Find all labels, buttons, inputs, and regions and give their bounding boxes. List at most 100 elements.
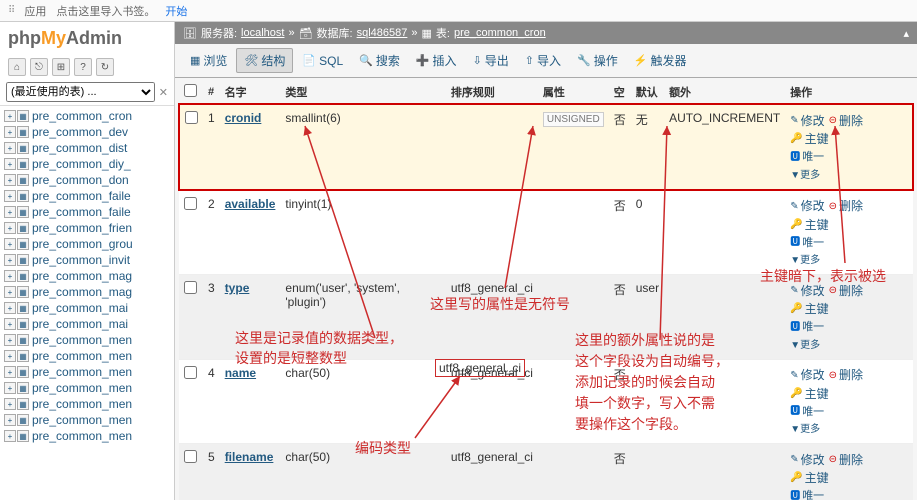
sidebar-table-item[interactable]: +▦pre_common_grou xyxy=(0,236,174,252)
expand-icon[interactable]: + xyxy=(4,190,16,202)
home-icon[interactable]: ⌂ xyxy=(8,58,26,76)
action-primary[interactable]: 🔑主键 xyxy=(790,131,828,148)
sidebar-table-item[interactable]: +▦pre_common_diy_ xyxy=(0,156,174,172)
sidebar-table-item[interactable]: +▦pre_common_faile xyxy=(0,188,174,204)
action-unique[interactable]: 🆄唯一 xyxy=(790,405,824,420)
row-checkbox[interactable] xyxy=(184,366,197,379)
action-delete[interactable]: ⊝删除 xyxy=(829,367,863,384)
expand-icon[interactable]: + xyxy=(4,206,16,218)
expand-icon[interactable]: + xyxy=(4,366,16,378)
action-primary[interactable]: 🔑主键 xyxy=(790,470,828,487)
expand-icon[interactable]: + xyxy=(4,430,16,442)
tab-export[interactable]: ⇩导出 xyxy=(466,49,516,72)
more-toggle[interactable]: ▼更多 xyxy=(790,255,820,266)
row-checkbox[interactable] xyxy=(184,197,197,210)
row-checkbox[interactable] xyxy=(185,111,198,124)
sidebar-table-item[interactable]: +▦pre_common_men xyxy=(0,396,174,412)
tab-structure[interactable]: 🛠结构 xyxy=(236,48,293,73)
action-unique[interactable]: 🆄唯一 xyxy=(790,150,824,165)
action-edit[interactable]: ✎修改 xyxy=(790,198,824,215)
docs-icon[interactable]: ? xyxy=(74,58,92,76)
breadcrumb-server[interactable]: localhost xyxy=(241,27,284,39)
expand-icon[interactable]: + xyxy=(4,222,16,234)
tab-browse[interactable]: ▦浏览 xyxy=(183,49,234,72)
clear-icon[interactable]: ✕ xyxy=(159,86,168,99)
sidebar-table-item[interactable]: +▦pre_common_dev xyxy=(0,124,174,140)
more-toggle[interactable]: ▼更多 xyxy=(790,340,820,351)
tab-operations[interactable]: 🔧操作 xyxy=(570,49,625,72)
action-unique[interactable]: 🆄唯一 xyxy=(790,236,824,251)
action-primary[interactable]: 🔑主键 xyxy=(790,217,828,234)
expand-icon[interactable]: + xyxy=(4,174,16,186)
query-icon[interactable]: ⊞ xyxy=(52,58,70,76)
action-edit[interactable]: ✎修改 xyxy=(790,113,824,130)
table-tree[interactable]: +▦pre_common_cron+▦pre_common_dev+▦pre_c… xyxy=(0,106,174,500)
logout-icon[interactable]: ⎋ xyxy=(30,58,48,76)
expand-icon[interactable]: + xyxy=(4,126,16,138)
expand-icon[interactable]: + xyxy=(4,334,16,346)
expand-icon[interactable]: + xyxy=(4,302,16,314)
tab-triggers[interactable]: ⚡触发器 xyxy=(627,49,694,72)
expand-icon[interactable]: + xyxy=(4,238,16,250)
sidebar-table-item[interactable]: +▦pre_common_men xyxy=(0,364,174,380)
more-toggle[interactable]: ▼更多 xyxy=(790,424,820,435)
recent-tables-select[interactable]: (最近使用的表) ... xyxy=(6,82,155,102)
action-primary[interactable]: 🔑主键 xyxy=(790,301,828,318)
tab-sql[interactable]: 📄SQL xyxy=(295,51,350,71)
sidebar-table-item[interactable]: +▦pre_common_men xyxy=(0,332,174,348)
panel-close-icon[interactable]: ▴ xyxy=(903,27,909,40)
row-checkbox[interactable] xyxy=(184,450,197,463)
expand-icon[interactable]: + xyxy=(4,414,16,426)
expand-icon[interactable]: + xyxy=(4,110,16,122)
sidebar-table-item[interactable]: +▦pre_common_frien xyxy=(0,220,174,236)
breadcrumb-table[interactable]: pre_common_cron xyxy=(454,27,546,39)
apps-grid-icon[interactable]: ⠿ xyxy=(8,5,14,16)
sidebar-table-item[interactable]: +▦pre_common_mai xyxy=(0,316,174,332)
expand-icon[interactable]: + xyxy=(4,270,16,282)
more-toggle[interactable]: ▼更多 xyxy=(790,170,820,181)
sidebar-table-item[interactable]: +▦pre_common_dist xyxy=(0,140,174,156)
breadcrumb-db[interactable]: sql486587 xyxy=(357,27,408,39)
sidebar-table-item[interactable]: +▦pre_common_mai xyxy=(0,300,174,316)
start-link[interactable]: 开始 xyxy=(165,3,187,19)
expand-icon[interactable]: + xyxy=(4,158,16,170)
sidebar-table-item[interactable]: +▦pre_common_men xyxy=(0,412,174,428)
sidebar-table-item[interactable]: +▦pre_common_faile xyxy=(0,204,174,220)
column-name[interactable]: available xyxy=(225,197,276,211)
action-edit[interactable]: ✎修改 xyxy=(790,452,824,469)
action-unique[interactable]: 🆄唯一 xyxy=(790,489,824,500)
sidebar-table-item[interactable]: +▦pre_common_don xyxy=(0,172,174,188)
expand-icon[interactable]: + xyxy=(4,286,16,298)
action-primary[interactable]: 🔑主键 xyxy=(790,386,828,403)
sidebar-table-item[interactable]: +▦pre_common_invit xyxy=(0,252,174,268)
tab-search[interactable]: 🔍搜索 xyxy=(352,49,407,72)
sidebar-table-item[interactable]: +▦pre_common_cron xyxy=(0,108,174,124)
sidebar-table-item[interactable]: +▦pre_common_mag xyxy=(0,268,174,284)
sidebar-table-item[interactable]: +▦pre_common_mag xyxy=(0,284,174,300)
tab-insert[interactable]: ➕插入 xyxy=(409,49,464,72)
action-delete[interactable]: ⊝删除 xyxy=(829,452,863,469)
tab-import[interactable]: ⇧导入 xyxy=(518,49,568,72)
expand-icon[interactable]: + xyxy=(4,398,16,410)
expand-icon[interactable]: + xyxy=(4,254,16,266)
action-delete[interactable]: ⊝删除 xyxy=(829,283,863,300)
column-name[interactable]: filename xyxy=(225,450,274,464)
sidebar-table-item[interactable]: +▦pre_common_men xyxy=(0,428,174,444)
row-checkbox[interactable] xyxy=(184,281,197,294)
column-name[interactable]: cronid xyxy=(225,111,262,125)
sidebar-table-item[interactable]: +▦pre_common_men xyxy=(0,348,174,364)
apps-label[interactable]: 应用 xyxy=(24,3,46,19)
action-delete[interactable]: ⊝删除 xyxy=(829,113,863,130)
action-edit[interactable]: ✎修改 xyxy=(790,367,824,384)
expand-icon[interactable]: + xyxy=(4,318,16,330)
select-all-checkbox[interactable] xyxy=(184,84,197,97)
expand-icon[interactable]: + xyxy=(4,382,16,394)
sidebar-table-item[interactable]: +▦pre_common_men xyxy=(0,380,174,396)
action-delete[interactable]: ⊝删除 xyxy=(829,198,863,215)
reload-icon[interactable]: ↻ xyxy=(96,58,114,76)
action-edit[interactable]: ✎修改 xyxy=(790,283,824,300)
action-unique[interactable]: 🆄唯一 xyxy=(790,320,824,335)
expand-icon[interactable]: + xyxy=(4,142,16,154)
expand-icon[interactable]: + xyxy=(4,350,16,362)
column-name[interactable]: name xyxy=(225,366,256,380)
